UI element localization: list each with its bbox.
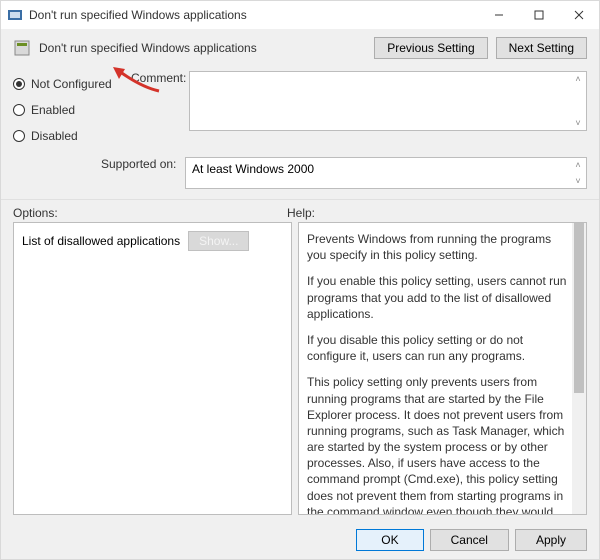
policy-icon	[13, 39, 31, 57]
radio-label: Not Configured	[31, 77, 112, 91]
titlebar: Don't run specified Windows applications	[1, 1, 599, 29]
scroll-up-icon: ˄	[572, 160, 584, 170]
scroll-down-icon: ˅	[572, 176, 584, 186]
previous-setting-button[interactable]: Previous Setting	[374, 37, 487, 59]
policy-editor-window: Don't run specified Windows applications…	[0, 0, 600, 560]
scrollbar[interactable]	[572, 223, 586, 514]
scroll-up-icon: ˄	[572, 74, 584, 84]
help-text: This policy setting only prevents users …	[307, 374, 568, 515]
supported-on-label: Supported on:	[101, 157, 185, 171]
state-radio-group: Not Configured Enabled Disabled	[1, 63, 131, 153]
comment-label: Comment:	[131, 71, 189, 131]
comment-textarea[interactable]: ˄ ˅	[189, 71, 587, 131]
radio-enabled[interactable]: Enabled	[13, 97, 119, 123]
minimize-button[interactable]	[479, 1, 519, 29]
disallowed-list-label: List of disallowed applications	[22, 234, 180, 248]
help-pane[interactable]: Prevents Windows from running the progra…	[298, 222, 587, 515]
close-button[interactable]	[559, 1, 599, 29]
next-setting-button[interactable]: Next Setting	[496, 37, 587, 59]
dialog-footer: OK Cancel Apply	[1, 521, 599, 559]
scrollbar[interactable]: ˄ ˅	[572, 160, 584, 186]
options-pane: List of disallowed applications Show...	[13, 222, 292, 515]
radio-disabled[interactable]: Disabled	[13, 123, 119, 149]
maximize-button[interactable]	[519, 1, 559, 29]
supported-on-value: At least Windows 2000	[192, 162, 314, 176]
scrollbar[interactable]: ˄ ˅	[572, 74, 584, 128]
radio-not-configured[interactable]: Not Configured	[13, 71, 119, 97]
show-button[interactable]: Show...	[188, 231, 249, 251]
options-heading: Options:	[13, 206, 287, 220]
help-text: If you disable this policy setting or do…	[307, 332, 568, 364]
window-title: Don't run specified Windows applications	[29, 8, 479, 22]
app-icon	[7, 7, 23, 23]
scroll-down-icon: ˅	[572, 118, 584, 128]
ok-button[interactable]: OK	[356, 529, 423, 551]
radio-dot-icon	[13, 78, 25, 90]
help-heading: Help:	[287, 206, 315, 220]
cancel-button[interactable]: Cancel	[430, 529, 509, 551]
scrollbar-thumb[interactable]	[574, 223, 584, 393]
help-text: Prevents Windows from running the progra…	[307, 231, 568, 263]
radio-dot-icon	[13, 130, 25, 142]
window-controls	[479, 1, 599, 29]
supported-on-box: At least Windows 2000 ˄ ˅	[185, 157, 587, 189]
apply-button[interactable]: Apply	[515, 529, 587, 551]
radio-label: Disabled	[31, 129, 78, 143]
header: Don't run specified Windows applications…	[1, 29, 599, 63]
radio-dot-icon	[13, 104, 25, 116]
policy-title: Don't run specified Windows applications	[39, 41, 374, 55]
radio-label: Enabled	[31, 103, 75, 117]
help-text: If you enable this policy setting, users…	[307, 273, 568, 322]
